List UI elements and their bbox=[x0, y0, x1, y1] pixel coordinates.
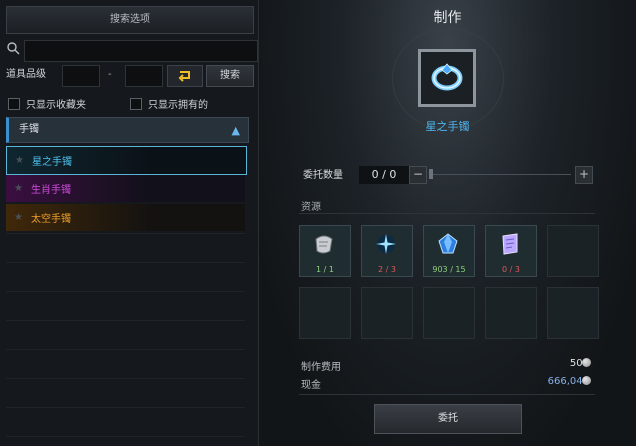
list-divider bbox=[6, 320, 245, 321]
divider bbox=[299, 394, 595, 395]
divider bbox=[299, 213, 595, 214]
list-divider bbox=[6, 349, 245, 350]
item-name: 星之手镯 bbox=[31, 157, 72, 168]
search-options-panel: 搜索选项 道具品级 - 搜索 只显示收藏夹 只显示拥有的 手镯 ▲ ★ 星之手镯… bbox=[0, 0, 259, 446]
slider-handle[interactable] bbox=[429, 169, 433, 179]
resource-count: 903 / 15 bbox=[432, 265, 466, 274]
resource-slot[interactable]: 2 / 3 bbox=[361, 225, 413, 277]
list-divider bbox=[6, 436, 245, 437]
owned-only-checkbox[interactable]: 只显示拥有的 bbox=[130, 96, 208, 111]
item-name: 生肖手镯 bbox=[30, 185, 71, 196]
empty-resource-slot bbox=[361, 287, 413, 339]
plus-button[interactable]: + bbox=[575, 166, 593, 184]
category-label: 手镯 bbox=[19, 124, 39, 135]
reset-icon bbox=[178, 71, 190, 82]
list-item[interactable]: ★ 星之手镯 bbox=[6, 146, 247, 175]
favorites-only-checkbox[interactable]: 只显示收藏夹 bbox=[8, 96, 86, 111]
quantity-value: 0 / 0 bbox=[359, 166, 409, 184]
resources-label: 资源 bbox=[301, 202, 321, 213]
grade-max-input[interactable] bbox=[125, 65, 163, 87]
chevron-up-icon: ▲ bbox=[231, 124, 240, 137]
checkbox-box[interactable] bbox=[130, 97, 142, 110]
list-item[interactable]: ★ 太空手镯 bbox=[6, 204, 245, 231]
item-name: 星之手镯 bbox=[425, 120, 470, 133]
craft-title: 制作 bbox=[433, 10, 462, 26]
resource-count: 0 / 3 bbox=[502, 265, 520, 274]
star-icon[interactable]: ★ bbox=[15, 155, 24, 166]
empty-resource-slot bbox=[299, 287, 351, 339]
empty-resource-slot bbox=[423, 287, 475, 339]
list-divider bbox=[6, 262, 245, 263]
empty-resource-slot bbox=[485, 287, 537, 339]
cost-label: 制作费用 bbox=[301, 362, 341, 373]
bracelet-icon bbox=[431, 63, 463, 91]
item-name: 太空手镯 bbox=[30, 214, 71, 225]
empty-resource-slot bbox=[547, 225, 599, 277]
grade-min-input[interactable] bbox=[62, 65, 100, 87]
checkbox-box[interactable] bbox=[8, 97, 20, 110]
reset-button[interactable] bbox=[167, 65, 203, 87]
quantity-slider[interactable] bbox=[429, 174, 571, 175]
list-divider bbox=[6, 407, 245, 408]
commit-button[interactable]: 委托 bbox=[374, 404, 522, 434]
search-button[interactable]: 搜索 bbox=[206, 65, 254, 87]
owned-only-label: 只显示拥有的 bbox=[148, 100, 208, 111]
cash-value: 666,045 bbox=[547, 376, 589, 387]
grade-separator: - bbox=[108, 69, 112, 80]
sparkle-icon bbox=[372, 230, 400, 258]
minus-button[interactable]: − bbox=[409, 166, 427, 184]
resource-slot[interactable]: 1 / 1 bbox=[299, 225, 351, 277]
resource-count: 2 / 3 bbox=[378, 265, 396, 274]
favorites-only-label: 只显示收藏夹 bbox=[26, 100, 86, 111]
cash-label: 现金 bbox=[301, 380, 321, 391]
star-icon[interactable]: ★ bbox=[14, 183, 23, 194]
grade-label: 道具品级 bbox=[6, 69, 46, 80]
empty-resource-slot bbox=[547, 287, 599, 339]
list-divider bbox=[6, 291, 245, 292]
search-icon bbox=[7, 42, 20, 55]
resource-slot[interactable]: 0 / 3 bbox=[485, 225, 537, 277]
item-preview[interactable] bbox=[418, 49, 476, 107]
category-header[interactable]: 手镯 ▲ bbox=[6, 117, 249, 143]
search-input[interactable] bbox=[24, 40, 258, 62]
star-icon[interactable]: ★ bbox=[14, 212, 23, 223]
quantity-label: 委托数量 bbox=[303, 170, 343, 181]
resource-slot[interactable]: 903 / 15 bbox=[423, 225, 475, 277]
search-options-title: 搜索选项 bbox=[6, 6, 254, 34]
craft-panel: 制作 星之手镯 委托数量 0 / 0 − + 资源 1 / 1 2 / 3 90… bbox=[259, 0, 636, 446]
resource-count: 1 / 1 bbox=[316, 265, 334, 274]
list-divider bbox=[6, 378, 245, 379]
search-row bbox=[6, 40, 258, 62]
list-divider bbox=[6, 233, 245, 234]
list-item[interactable]: ★ 生肖手镯 bbox=[6, 175, 245, 202]
parchment-icon bbox=[496, 230, 524, 258]
coin-icon bbox=[582, 376, 591, 385]
coin-icon bbox=[582, 358, 591, 367]
crystal-icon bbox=[434, 230, 462, 258]
scroll-icon bbox=[310, 230, 338, 258]
